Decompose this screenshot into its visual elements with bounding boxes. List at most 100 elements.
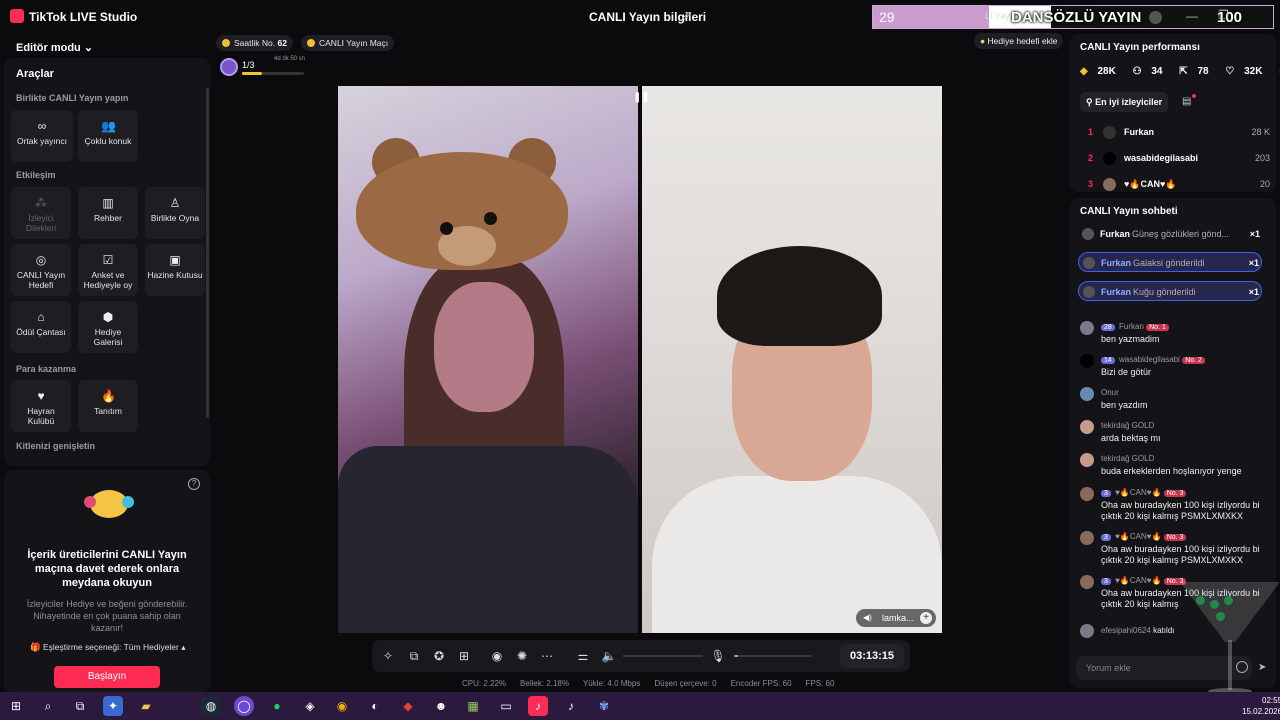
tiktok-live-studio-icon[interactable]: ♪ — [528, 696, 548, 716]
help-icon[interactable]: ? — [188, 478, 200, 490]
tool-guide[interactable]: ▥ Rehber — [78, 187, 138, 239]
chat-user: 14 wasabidegilasabi No. 2 — [1101, 355, 1207, 364]
microphone-icon[interactable]: 🎙 — [710, 648, 726, 664]
top-viewer-row[interactable]: 3 ♥🔥CAN♥🔥 20 — [1080, 174, 1270, 194]
chat-user-name: tekirdağ GOLD — [1101, 421, 1155, 430]
obs-icon[interactable]: ◯ — [234, 696, 254, 716]
invite-description: İzleyiciler Hediye ve beğeni gönderebili… — [26, 599, 188, 633]
chat-message[interactable]: tekirdağ GOLD arda bektaş mı — [1080, 420, 1270, 448]
tab-top-viewers[interactable]: ⚲ En iyi izleyiciler — [1080, 92, 1169, 112]
file-explorer-icon[interactable]: ▰ — [136, 696, 156, 716]
tool-co-host[interactable]: ∞ Ortak yayıncı — [11, 110, 73, 162]
app-icon[interactable]: ◐ — [365, 696, 385, 716]
minimize-icon[interactable]: — — [1186, 9, 1198, 23]
top-viewer-row[interactable]: 2 wasabidegilasabi 203 — [1080, 148, 1270, 168]
add-gift-goal-button[interactable]: ● Hediye hedefi ekle — [974, 33, 1064, 49]
olive-decoration — [1216, 612, 1225, 621]
gift-gallery-icon: ⬢ — [102, 310, 114, 324]
tool-multi-guest[interactable]: 👥 Çoklu konuk — [78, 110, 138, 162]
olive-decoration — [1210, 600, 1219, 609]
tool-treasure-box[interactable]: ▣ Hazine Kutusu — [145, 244, 205, 296]
chat-message[interactable]: 14 wasabidegilasabi No. 2 Bizi de götür — [1080, 354, 1270, 382]
tool-fan-club[interactable]: ♥ Hayran Kulübü — [11, 380, 71, 432]
guest-name-pill[interactable]: ◀) lamka... + — [856, 609, 936, 627]
chat-text: Oha aw buradayken 100 kişi izliyordu bi … — [1101, 544, 1260, 565]
copilot-icon[interactable]: ✦ — [103, 696, 123, 716]
olive-decoration — [1196, 596, 1205, 605]
live-match-badge[interactable]: CANLI Yayın Maçı — [301, 35, 395, 51]
chrome-icon[interactable]: ◉ — [332, 696, 352, 716]
add-guest-icon[interactable]: + — [920, 612, 932, 624]
live-preview[interactable]: ❚❚ ◀) lamka... + — [338, 86, 942, 633]
tools-panel: Araçlar Birlikte CANLI Yayın yapın ∞ Orta… — [4, 58, 210, 466]
tool-reward-bag[interactable]: ⌂ Ödül Çantası — [11, 301, 71, 353]
layout-icon[interactable]: ⧉ — [406, 648, 422, 664]
chat-user-name: ♥🔥CAN♥🔥 — [1115, 488, 1162, 497]
chat-message[interactable]: 28 Furkan No. 1 ben yazmadim — [1080, 321, 1270, 349]
task-view-icon[interactable]: ⧉ — [70, 696, 90, 716]
more-icon[interactable]: ⋯ — [539, 648, 555, 664]
volume-icon[interactable]: 🔈 — [601, 648, 617, 664]
chat-message[interactable]: tekirdağ GOLD buda erkeklerden hoşlanıyor… — [1080, 453, 1270, 481]
chat-message[interactable]: 3 ♥🔥CAN♥🔥 No. 3 Oha aw buradayken 100 kiş… — [1080, 531, 1270, 571]
tool-promote[interactable]: 🔥 Tanıtım — [78, 380, 138, 432]
mic-level-slider[interactable] — [734, 655, 812, 657]
chat-user-name: wasabidegilasabi — [1119, 355, 1180, 364]
maximize-icon[interactable]: ❐ — [1218, 8, 1229, 22]
match-option-dropdown[interactable]: 🎁 Eşleştirme seçeneği: Tüm Hediyeler ▴ — [30, 642, 186, 653]
add-source-icon[interactable]: ⊞ — [456, 648, 472, 664]
guest-hair — [717, 246, 882, 346]
section-live-together: Birlikte CANLI Yayın yapın — [16, 93, 129, 103]
tiktok-icon[interactable]: ♪ — [561, 696, 581, 716]
top-viewer-row[interactable]: 1 Furkan 28 K — [1080, 122, 1270, 142]
tool-play-together[interactable]: ♙ Birlikte Oyna — [145, 187, 205, 239]
fps-stat: FPS: 60 — [805, 679, 835, 688]
discord-icon[interactable]: ☻ — [431, 696, 451, 716]
goal-count: 1/3 — [242, 60, 255, 70]
app-name: TikTok LIVE Studio — [29, 10, 138, 24]
tool-live-goal[interactable]: ◎ CANLI Yayın Hedefi — [11, 244, 71, 296]
tab-second-icon[interactable]: ▤ — [1182, 96, 1191, 107]
volume-slider[interactable] — [623, 655, 703, 657]
split-handle-icon[interactable]: ❚❚ — [633, 92, 650, 106]
chat-user: 3 ♥🔥CAN♥🔥 No. 3 — [1101, 532, 1188, 541]
chat-message[interactable]: Onur ben yazdım — [1080, 387, 1270, 415]
spotify-icon[interactable]: ● — [267, 696, 287, 716]
minecraft-icon[interactable]: ▦ — [463, 696, 483, 716]
comment-input[interactable]: Yorum ekle — [1076, 656, 1252, 680]
effects-icon[interactable]: ✪ — [431, 648, 447, 664]
avatar — [1080, 321, 1094, 335]
share-icon[interactable]: ⇗ — [681, 8, 692, 24]
tool-poll[interactable]: ☑ Anket ve Hediyeyle oy — [78, 244, 138, 296]
record-icon[interactable]: ◉ — [489, 648, 505, 664]
settings-sliders-icon[interactable]: ⚌ — [575, 648, 591, 664]
heart-icon: ♥ — [37, 389, 45, 403]
app-icon[interactable]: ◈ — [300, 696, 320, 716]
treasure-icon: ▣ — [169, 253, 181, 267]
search-icon[interactable]: ⌕ — [38, 696, 58, 716]
windows-start-icon[interactable]: ⊞ — [6, 696, 26, 716]
chat-text: arda bektaş mı — [1101, 433, 1161, 443]
app-icon[interactable]: ✾ — [594, 696, 614, 716]
tools-scrollbar[interactable] — [206, 88, 209, 418]
magic-wand-icon[interactable]: ✧ — [380, 648, 396, 664]
send-icon[interactable]: ➤ — [1258, 662, 1266, 673]
bear-eye-right — [484, 212, 497, 225]
chat-text: Bizi de götür — [1101, 367, 1152, 377]
tool-gift-gallery[interactable]: ⬢ Hediye Galerisi — [78, 301, 138, 353]
start-button[interactable]: Başlayın — [54, 666, 160, 688]
tool-label: CANLI Yayın Hedefi — [16, 270, 66, 290]
chat-title: CANLI Yayın sohbeti — [1080, 206, 1178, 217]
steam-icon[interactable]: ◍ — [201, 696, 221, 716]
camera-effects-icon[interactable]: ✺ — [514, 648, 530, 664]
edit-mode-dropdown[interactable]: Editör modu ⌄ — [16, 41, 93, 54]
hourly-rank-badge[interactable]: Saatlik No. 62 — [216, 35, 293, 51]
app-icon[interactable]: ▭ — [496, 696, 516, 716]
shares-stat: ⇱ 78 — [1179, 66, 1215, 77]
gift-count: ×1 — [1248, 258, 1259, 268]
emoji-icon[interactable] — [1236, 661, 1248, 673]
app-icon[interactable]: ◆ — [398, 696, 418, 716]
chat-message[interactable]: 3 ♥🔥CAN♥🔥 No. 3 Oha aw buradayken 100 kiş… — [1080, 487, 1270, 527]
hourly-rank-value: 62 — [277, 38, 287, 48]
hourly-rank-label: Saatlik No. — [234, 38, 276, 48]
